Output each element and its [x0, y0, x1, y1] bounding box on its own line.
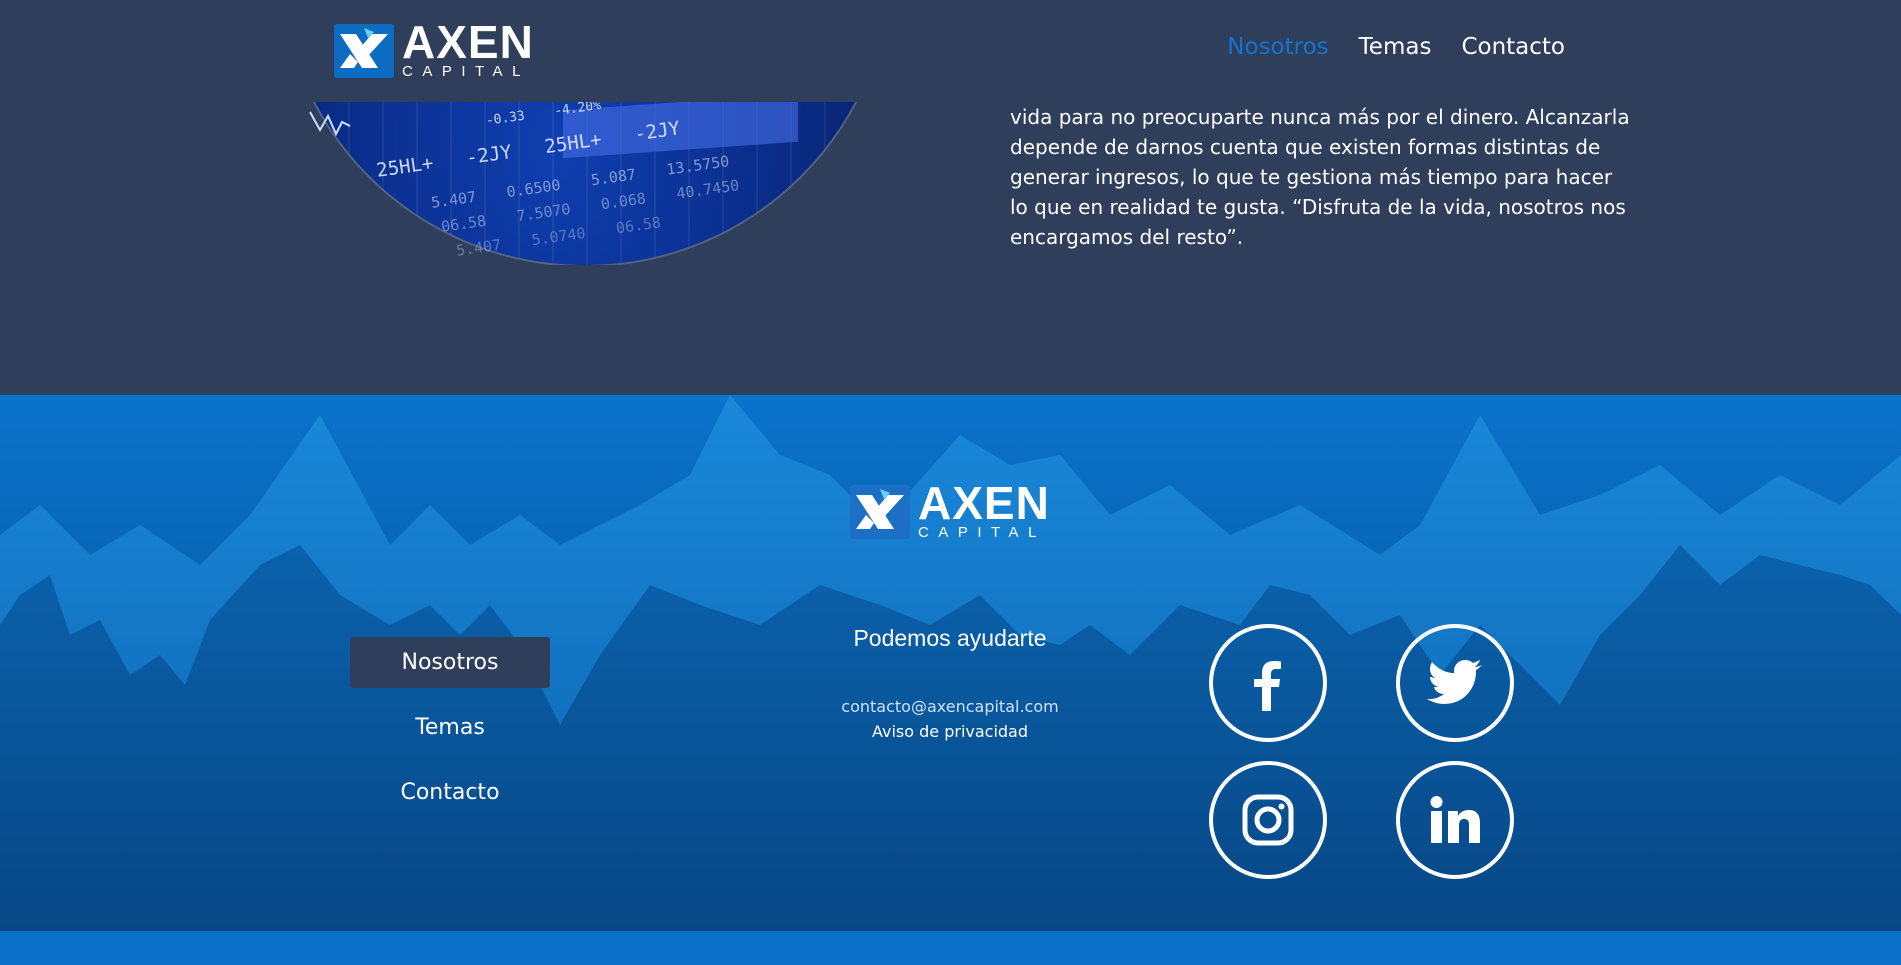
footer-nav: Nosotros Temas Contacto [350, 637, 550, 832]
facebook-icon [1254, 661, 1281, 711]
footer-link-nosotros[interactable]: Nosotros [350, 637, 550, 688]
stock-market-image: -0.33 -4.20% 25HL+ -2JY 25HL+ -2JY 5.407… [280, 102, 890, 265]
about-paragraph: vida para no preocuparte nunca más por e… [1010, 105, 1630, 249]
footer-link-temas[interactable]: Temas [350, 702, 550, 753]
axen-logo-icon [334, 24, 394, 78]
instagram-button[interactable] [1209, 761, 1327, 879]
bottom-bar [0, 931, 1901, 965]
instagram-icon [1242, 794, 1294, 846]
brand-name: AXEN [918, 477, 1050, 529]
brand-tagline: CAPITAL [402, 63, 530, 80]
help-heading: Podemos ayudarte [853, 625, 1047, 651]
footer-logo[interactable]: AXEN CAPITAL [850, 477, 1050, 541]
twitter-icon [1427, 660, 1482, 704]
axen-logo-icon [850, 485, 910, 539]
nav-link-nosotros[interactable]: Nosotros [1227, 34, 1328, 60]
footer-link-contacto[interactable]: Contacto [350, 767, 550, 818]
nav-link-temas[interactable]: Temas [1359, 34, 1432, 60]
main-nav: Nosotros Temas Contacto [1227, 34, 1565, 60]
twitter-button[interactable] [1396, 624, 1514, 742]
site-footer: AXEN CAPITAL Nosotros Temas Contacto Pod… [0, 395, 1901, 931]
brand-name: AXEN [402, 16, 534, 68]
brand-tagline: CAPITAL [918, 524, 1046, 541]
privacy-link[interactable]: Aviso de privacidad [800, 722, 1100, 741]
linkedin-icon [1430, 796, 1480, 843]
footer-contact: Podemos ayudarte contacto@axencapital.co… [800, 623, 1100, 741]
nav-link-contacto[interactable]: Contacto [1461, 34, 1565, 60]
linkedin-button[interactable] [1396, 761, 1514, 879]
facebook-button[interactable] [1209, 624, 1327, 742]
about-section: -0.33 -4.20% 25HL+ -2JY 25HL+ -2JY 5.407… [0, 102, 1901, 395]
site-header: AXEN CAPITAL Nosotros Temas Contacto [0, 0, 1901, 102]
contact-email-link[interactable]: contacto@axencapital.com [800, 697, 1100, 716]
header-logo[interactable]: AXEN CAPITAL [334, 16, 534, 80]
